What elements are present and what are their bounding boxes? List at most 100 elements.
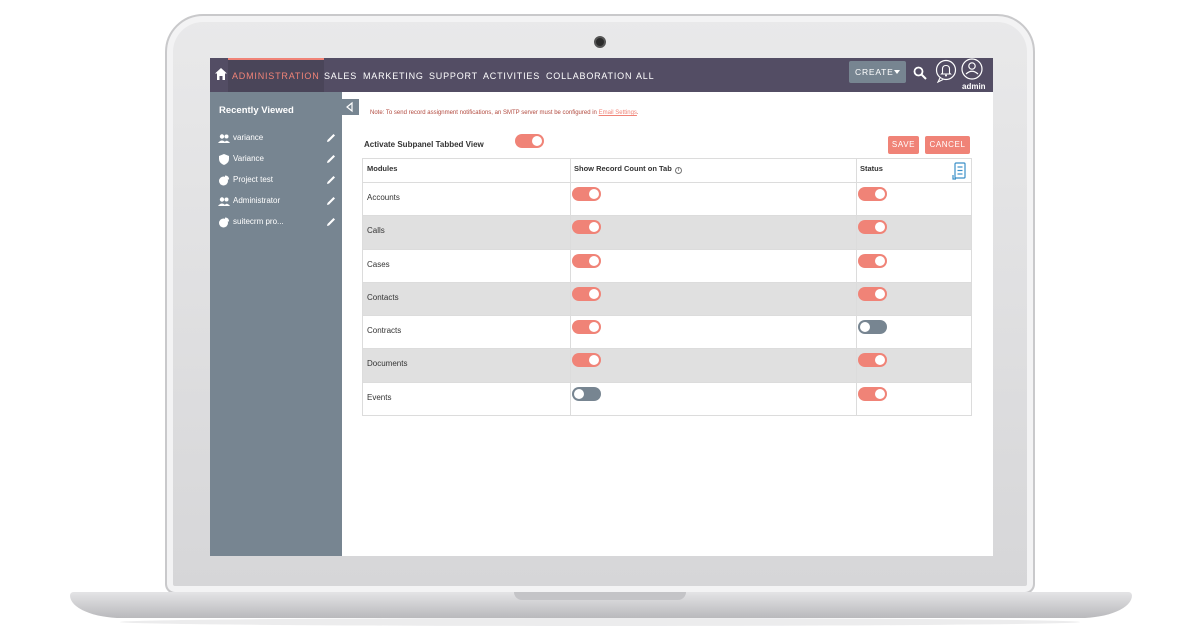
sidebar-collapse-button[interactable] [340, 99, 359, 115]
table-row: Cases [362, 249, 972, 283]
table-header: Modules Show Record Count on Tab i Status [362, 158, 972, 183]
sidebar-item-label: suitecrm pro... [233, 217, 284, 226]
column-divider [570, 249, 571, 282]
module-name: Cases [367, 259, 390, 269]
create-label: CREATE [855, 67, 894, 77]
column-divider [570, 282, 571, 316]
user-name[interactable]: admin [962, 82, 986, 91]
column-divider [570, 183, 571, 216]
pencil-icon[interactable] [326, 154, 336, 164]
shield-icon [219, 154, 229, 165]
sidebar-item-variance-2[interactable]: Variance [218, 152, 336, 168]
table-row: Contacts [362, 282, 972, 317]
sort-list-icon[interactable] [952, 162, 968, 180]
module-name: Accounts [367, 193, 400, 202]
table-row: Contracts [362, 316, 972, 350]
column-divider [570, 159, 571, 182]
column-divider [856, 249, 857, 282]
status-toggle[interactable] [858, 320, 887, 335]
show-count-toggle[interactable] [572, 320, 601, 335]
show-count-toggle[interactable] [572, 353, 601, 368]
column-divider [856, 159, 857, 182]
sidebar-item-administrator[interactable]: Administrator [218, 194, 336, 210]
user-avatar-icon[interactable] [961, 58, 983, 80]
tab-activities[interactable]: ACTIVITIES [483, 58, 540, 92]
camera-icon [594, 36, 606, 48]
sidebar-item-label: Administrator [233, 196, 281, 205]
table-row: Accounts [362, 183, 972, 217]
column-divider [856, 216, 857, 249]
bell-icon[interactable] [935, 59, 957, 83]
info-icon[interactable]: i [674, 167, 682, 174]
screen: ADMINISTRATION SALES MARKETING SUPPORT A… [210, 58, 993, 556]
note-end: . [636, 110, 639, 116]
table-body: Accounts Calls Cases Contacts Contracts Docum… [362, 183, 972, 417]
pencil-icon[interactable] [326, 217, 336, 227]
users-icon [218, 134, 230, 143]
column-header-show-count: Show Record Count on Tab i [574, 164, 682, 174]
smtp-note: Note: To send record assignment notifica… [370, 110, 639, 116]
column-divider [856, 282, 857, 316]
pencil-icon[interactable] [326, 133, 336, 143]
sidebar-item-label: variance [233, 133, 264, 142]
column-header-status: Status [860, 164, 883, 173]
column-divider [570, 216, 571, 249]
status-toggle[interactable] [858, 253, 887, 268]
status-toggle[interactable] [858, 187, 887, 201]
table-row: Calls [362, 216, 972, 250]
sidebar-item-variance[interactable]: variance [218, 131, 336, 147]
column-divider [570, 382, 571, 416]
pencil-icon[interactable] [326, 196, 336, 206]
sidebar-item-label: Variance [233, 154, 264, 163]
table-row: Documents [362, 349, 972, 383]
column-divider [856, 183, 857, 216]
create-button[interactable]: CREATE [849, 61, 906, 83]
users-icon [218, 197, 230, 206]
pie-chart-icon [219, 217, 229, 228]
search-icon[interactable] [913, 66, 927, 80]
show-count-toggle[interactable] [572, 187, 601, 201]
module-name: Calls [367, 226, 385, 236]
tab-administration[interactable]: ADMINISTRATION [228, 58, 324, 92]
show-count-toggle[interactable] [572, 220, 601, 235]
sidebar-item-label: Project test [233, 175, 274, 184]
show-count-toggle[interactable] [572, 253, 601, 268]
status-toggle[interactable] [858, 286, 887, 301]
show-count-toggle[interactable] [572, 286, 601, 301]
tab-sales[interactable]: SALES [324, 58, 357, 92]
home-icon[interactable] [214, 67, 228, 81]
status-toggle[interactable] [858, 220, 887, 235]
tab-collaboration[interactable]: COLLABORATION [546, 58, 632, 92]
save-button[interactable]: SAVE [888, 136, 919, 154]
tab-marketing[interactable]: MARKETING [363, 58, 424, 92]
module-name: Contracts [367, 326, 402, 336]
note-text: Note: To send record assignment notifica… [370, 110, 599, 116]
column-header-label: Show Record Count on Tab [574, 164, 672, 173]
pencil-icon[interactable] [326, 175, 336, 185]
module-name: Events [367, 392, 392, 402]
sidebar: Recently Viewed variance Variance Projec… [210, 92, 342, 556]
column-header-modules: Modules [367, 164, 398, 173]
show-count-toggle[interactable] [572, 386, 601, 401]
email-settings-link[interactable]: Email Settings [599, 110, 637, 116]
activate-subpanel-label: Activate Subpanel Tabbed View [364, 140, 484, 149]
tab-support[interactable]: SUPPORT [429, 58, 478, 92]
sidebar-item-project-test[interactable]: Project test [218, 173, 336, 189]
laptop-shadow [120, 618, 1080, 626]
module-name: Contacts [367, 292, 399, 302]
status-toggle[interactable] [858, 353, 887, 368]
cancel-button[interactable]: CANCEL [925, 136, 970, 154]
column-divider [570, 316, 571, 349]
sidebar-title: Recently Viewed [219, 105, 294, 116]
tab-all[interactable]: ALL [636, 58, 654, 92]
sidebar-item-suitecrm-pro[interactable]: suitecrm pro... [218, 215, 336, 231]
activate-subpanel-toggle[interactable] [515, 134, 544, 148]
chevron-left-icon [346, 101, 353, 113]
status-toggle[interactable] [858, 386, 887, 401]
column-divider [856, 316, 857, 349]
column-divider [856, 349, 857, 382]
pie-chart-icon [219, 175, 229, 186]
laptop-notch [514, 592, 686, 600]
modules-table: Modules Show Record Count on Tab i Status… [362, 158, 972, 417]
column-divider [570, 349, 571, 382]
